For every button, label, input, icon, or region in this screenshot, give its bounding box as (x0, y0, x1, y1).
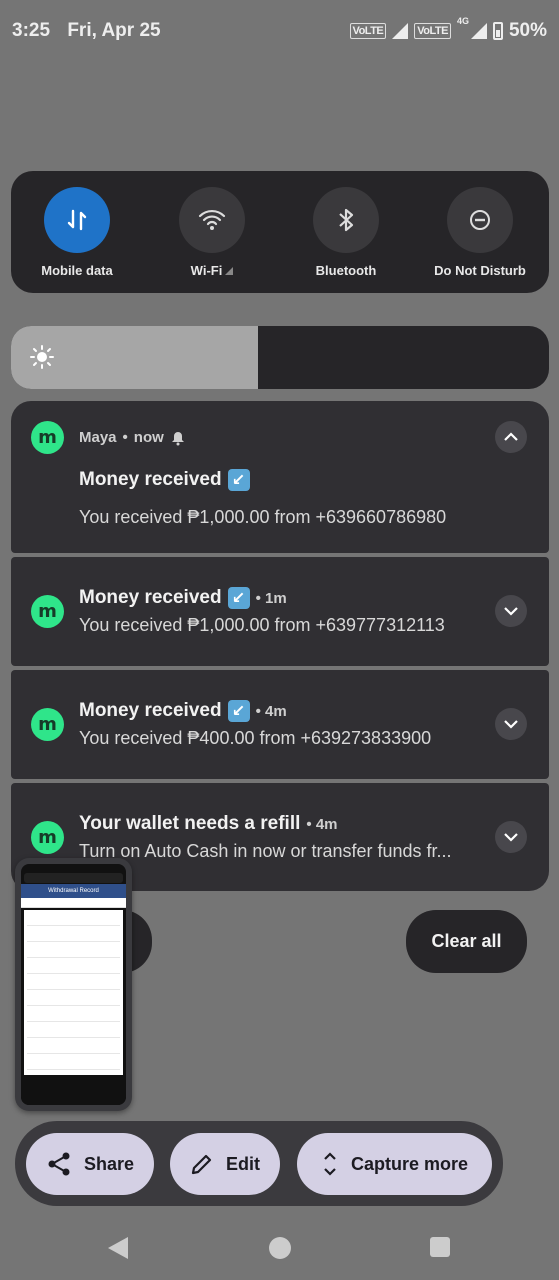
tile-do-not-disturb[interactable]: Do Not Disturb (420, 187, 540, 278)
notification-title: Money received ↙ • 1m (79, 587, 287, 609)
maya-app-icon: m (31, 821, 64, 854)
notification-body: You received ₱400.00 from +639273833900 (79, 728, 432, 748)
edit-button[interactable]: Edit (170, 1133, 280, 1195)
share-label: Share (83, 1153, 135, 1174)
battery-percent: 50% (508, 20, 547, 41)
edit-label: Edit (226, 1153, 260, 1174)
chevron-down-icon (504, 607, 518, 616)
notification-time: now (133, 429, 164, 446)
notification-title: Money received ↙ (79, 469, 250, 491)
chevron-up-icon (504, 432, 518, 441)
status-date: Fri, Apr 25 (67, 20, 161, 41)
notification-body: Turn on Auto Cash in now or transfer fun… (79, 841, 452, 861)
notification-time: 4m (315, 815, 338, 833)
home-icon[interactable] (269, 1237, 291, 1259)
maya-app-icon: m (31, 421, 64, 454)
screenshot-preview: Withdrawal Record (21, 864, 126, 1105)
preview-nav (21, 1075, 126, 1105)
battery-icon (492, 22, 503, 40)
signal-icon-2 (470, 23, 487, 39)
preview-tabs (21, 898, 126, 908)
notification-title: Money received ↙ • 4m (79, 700, 287, 722)
down-left-arrow-icon: ↙ (227, 700, 250, 722)
screenshot-thumbnail[interactable]: Withdrawal Record (15, 858, 132, 1111)
down-left-arrow-icon: ↙ (227, 587, 250, 609)
collapse-button[interactable] (495, 421, 527, 453)
chevron-down-icon (504, 720, 518, 729)
clear-all-button[interactable]: Clear all (406, 910, 527, 973)
notification-time: 4m (265, 702, 287, 720)
expand-vertical-icon (324, 1152, 336, 1176)
pencil-icon (191, 1154, 212, 1175)
tile-bluetooth[interactable]: Bluetooth (286, 187, 406, 278)
maya-app-icon: m (31, 595, 64, 628)
notification-card[interactable]: m Maya • now Money received ↙ You receiv… (11, 401, 549, 553)
notification-body: You received ₱1,000.00 from +63977731211… (79, 615, 445, 635)
screenshot-toolbar: Share Edit Capture more (15, 1121, 503, 1206)
expand-button[interactable] (495, 708, 527, 740)
notification-card[interactable]: m Money received ↙ • 1m You received ₱1,… (11, 557, 549, 666)
down-left-arrow-icon: ↙ (227, 469, 250, 491)
tile-label: Mobile data (41, 263, 113, 278)
preview-body (24, 910, 123, 1075)
signal-icon (392, 23, 409, 39)
preview-url-bar (24, 873, 123, 883)
notification-title: Your wallet needs a refill • 4m (79, 813, 338, 834)
notification-time: 1m (265, 589, 287, 607)
bluetooth-icon (313, 187, 379, 253)
recents-icon[interactable] (430, 1237, 450, 1257)
alarm-icon (171, 431, 184, 445)
tile-wifi[interactable]: Wi-Fi (152, 187, 272, 278)
brightness-icon (30, 345, 54, 369)
maya-app-icon: m (31, 708, 64, 741)
brightness-slider[interactable] (11, 326, 549, 389)
notification-card[interactable]: m Money received ↙ • 4m You received ₱40… (11, 670, 549, 779)
back-icon[interactable] (108, 1237, 128, 1259)
capture-more-label: Capture more (350, 1153, 469, 1174)
tile-label: Wi-Fi (152, 263, 272, 278)
network-type: 4G (456, 16, 469, 26)
status-time: 3:25 (12, 20, 51, 41)
preview-header: Withdrawal Record (21, 884, 126, 898)
app-name: Maya (79, 429, 117, 446)
share-icon (48, 1152, 70, 1176)
tile-mobile-data[interactable]: Mobile data (17, 187, 137, 278)
share-button[interactable]: Share (26, 1133, 154, 1195)
expand-button[interactable] (495, 595, 527, 627)
wifi-icon (179, 187, 245, 253)
notification-header: Maya • now (79, 429, 186, 446)
preview-status-bar (21, 864, 126, 872)
tile-label: Do Not Disturb (434, 263, 526, 278)
capture-more-button[interactable]: Capture more (297, 1133, 492, 1195)
navigation-bar (0, 1215, 559, 1280)
volte-icon: VoLTE (349, 23, 387, 39)
chevron-down-icon (504, 833, 518, 842)
tile-label: Bluetooth (315, 263, 377, 278)
quick-settings-panel: Mobile data Wi-Fi Bluetooth Do Not Distu… (11, 171, 549, 293)
do-not-disturb-icon (447, 187, 513, 253)
notification-body: You received ₱1,000.00 from +63966078698… (79, 507, 447, 527)
mobile-data-icon (44, 187, 110, 253)
volte-icon-2: VoLTE (414, 23, 451, 39)
status-bar: 3:25 Fri, Apr 25 VoLTE VoLTE 4G 50% (0, 0, 559, 62)
expand-button[interactable] (495, 821, 527, 853)
